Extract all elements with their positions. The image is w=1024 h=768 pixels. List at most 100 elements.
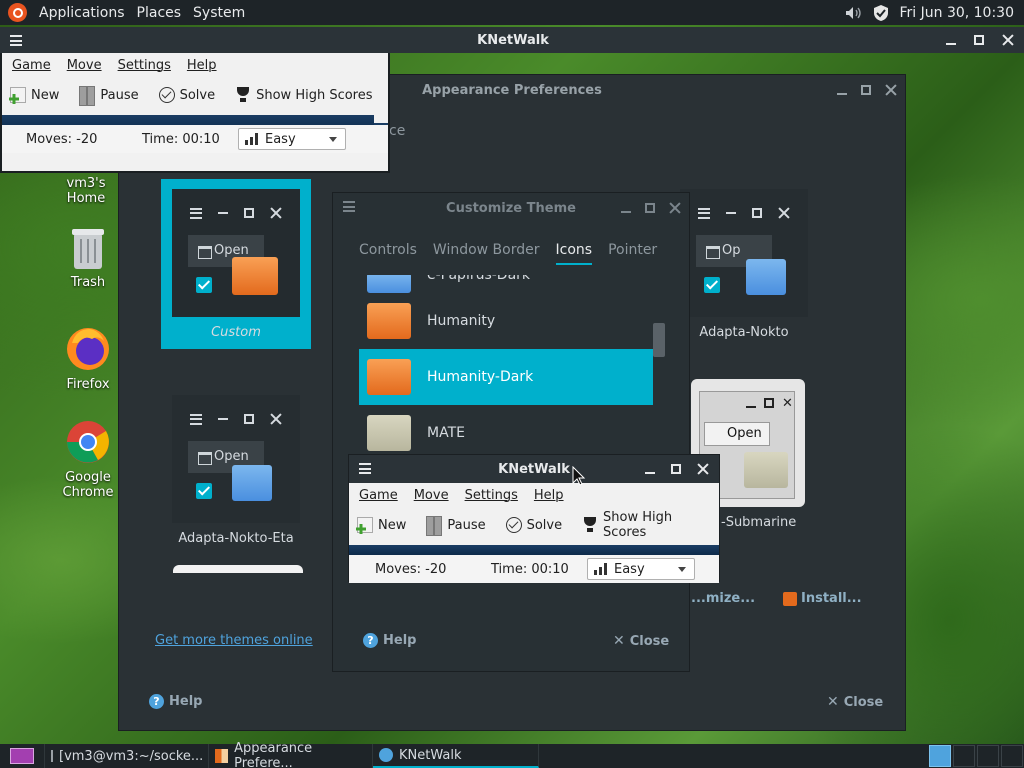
maximize-icon[interactable] (861, 85, 871, 95)
list-item-label: MATE (427, 425, 465, 441)
install-button[interactable]: Install... (783, 591, 862, 606)
tab-icons[interactable]: Icons (555, 235, 593, 265)
help-button[interactable]: ? Help (149, 694, 202, 709)
knetwalk-menubar: Game Move Settings Help (349, 483, 719, 507)
solve-button[interactable]: Solve (505, 517, 562, 533)
workspace-2[interactable] (953, 745, 975, 767)
tab-controls[interactable]: Controls (359, 235, 417, 265)
menu-icon[interactable] (343, 201, 355, 212)
tab-partial[interactable]: ce (389, 123, 405, 139)
knetwalk-titlebar[interactable]: KNetWalk (349, 455, 719, 483)
menu-system[interactable]: System (193, 5, 245, 21)
close-icon[interactable] (697, 463, 709, 475)
close-button[interactable]: ✕ Close (613, 633, 669, 649)
menu-applications[interactable]: Applications (39, 5, 125, 21)
desktop-icon-trash[interactable]: Trash (50, 225, 126, 290)
task-label: [vm3@vm3:~/socke... (59, 748, 204, 764)
pause-button[interactable]: Pause (79, 86, 139, 106)
theme-card-custom[interactable]: Open Custom (161, 179, 311, 349)
timer: Time: 00:10 (142, 131, 220, 147)
minimize-icon[interactable] (645, 472, 655, 474)
menu-settings[interactable]: Settings (118, 58, 171, 73)
task-appearance[interactable]: Appearance Prefere... (209, 741, 373, 768)
folder-icon (746, 259, 786, 295)
task-knetwalk[interactable]: KNetWalk (373, 744, 539, 768)
menu-settings[interactable]: Settings (465, 488, 518, 503)
pause-button[interactable]: Pause (426, 516, 486, 536)
list-item[interactable]: Humanity (359, 293, 653, 349)
tab-pointer[interactable]: Pointer (608, 235, 657, 265)
maximize-icon[interactable] (974, 35, 984, 45)
close-icon[interactable] (885, 84, 897, 96)
pause-icon (79, 86, 96, 106)
customize-button[interactable]: ...mize... (691, 591, 755, 606)
new-icon (10, 87, 26, 103)
knetwalk-titlebar[interactable]: KNetWalk (0, 27, 1024, 53)
menu-game[interactable]: Game (12, 58, 51, 73)
menu-help[interactable]: Help (187, 58, 217, 73)
menu-icon[interactable] (10, 35, 22, 46)
moves-counter: Moves: -20 (26, 131, 98, 147)
new-button[interactable]: New (357, 517, 406, 533)
minimize-icon[interactable] (837, 93, 847, 95)
mouse-cursor-icon (572, 466, 586, 486)
close-x-icon: ✕ (613, 633, 625, 649)
volume-icon[interactable] (845, 6, 863, 20)
theme-card-adapta-nokto[interactable]: Op Adapta-Nokto (669, 179, 819, 349)
desktop-icon-chrome[interactable]: Google Chrome (50, 418, 126, 500)
list-scrollbar[interactable] (653, 323, 665, 357)
show-desktop-button[interactable] (0, 744, 45, 768)
chrome-icon (67, 421, 109, 463)
minimize-icon[interactable] (621, 211, 631, 213)
list-item-selected[interactable]: Humanity-Dark (359, 349, 653, 405)
close-icon[interactable] (669, 202, 681, 214)
desktop-icon-label: Firefox (66, 377, 110, 392)
theme-label-submarine: -Submarine (721, 515, 797, 530)
menu-game[interactable]: Game (359, 488, 398, 503)
menu-places[interactable]: Places (137, 5, 182, 21)
list-item[interactable]: MATE (359, 405, 653, 455)
folder-icon (367, 359, 411, 395)
theme-label: Custom (211, 325, 261, 340)
task-terminal[interactable]: [vm3@vm3:~/socke... (45, 744, 209, 768)
menu-help[interactable]: Help (534, 488, 564, 503)
workspace-3[interactable] (977, 745, 999, 767)
theme-preview: Open (172, 189, 300, 317)
knetwalk-statusbar: Moves: -20 Time: 00:10 Easy (349, 555, 719, 583)
minimize-icon[interactable] (946, 43, 956, 45)
maximize-icon[interactable] (671, 464, 681, 474)
difficulty-icon (594, 563, 608, 575)
menu-move[interactable]: Move (414, 488, 449, 503)
high-scores-button[interactable]: Show High Scores (582, 510, 719, 540)
list-item[interactable]: e-Papirus-Dark (359, 275, 653, 293)
knetwalk-icon (379, 748, 393, 762)
close-icon[interactable] (1002, 34, 1014, 46)
workspace-4[interactable] (1001, 745, 1023, 767)
icon-theme-list[interactable]: e-Papirus-Dark Humanity Humanity-Dark MA… (359, 275, 653, 455)
shield-icon[interactable] (873, 4, 889, 22)
workspace-1[interactable] (929, 745, 951, 767)
game-board[interactable] (349, 543, 719, 555)
maximize-icon[interactable] (645, 203, 655, 213)
chevron-down-icon (678, 567, 686, 576)
get-more-themes-link[interactable]: Get more themes online (155, 633, 313, 648)
preview-checkbox (196, 277, 212, 293)
menu-move[interactable]: Move (67, 58, 102, 73)
high-scores-button[interactable]: Show High Scores (235, 87, 373, 103)
knetwalk-window-main: KNetWalk Game Move Settings Help New Pau… (0, 27, 1024, 173)
close-button[interactable]: ✕ Close (827, 694, 883, 710)
difficulty-select[interactable]: Easy (238, 128, 346, 150)
new-button[interactable]: New (10, 87, 59, 103)
theme-card-adapta-nokto-eta[interactable]: Open Adapta-Nokto-Eta (161, 385, 311, 555)
tab-window-border[interactable]: Window Border (433, 235, 540, 265)
menu-icon[interactable] (359, 463, 371, 474)
solve-button[interactable]: Solve (158, 87, 215, 103)
ubuntu-logo-icon[interactable] (8, 3, 27, 22)
clock[interactable]: Fri Jun 30, 10:30 (899, 5, 1014, 21)
difficulty-select[interactable]: Easy (587, 558, 695, 580)
desktop-icon-firefox[interactable]: Firefox (50, 325, 126, 392)
help-button[interactable]: ? Help (363, 633, 416, 648)
customize-tabs: Controls Window Border Icons Pointer (333, 235, 689, 265)
customize-titlebar[interactable]: Customize Theme (333, 193, 689, 223)
desktop-icon-home[interactable]: vm3's Home (48, 176, 124, 206)
